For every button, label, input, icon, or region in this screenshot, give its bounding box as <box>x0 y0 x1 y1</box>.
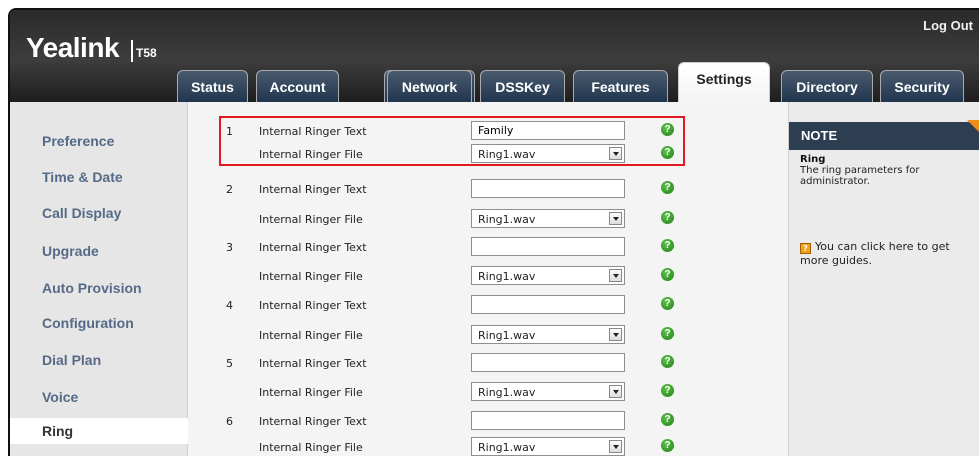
ringer-file-label: Internal Ringer File <box>259 213 363 226</box>
model-label: T58 <box>136 46 157 60</box>
ringer-text-label: Internal Ringer Text <box>259 357 367 370</box>
ringer-5-text-input[interactable] <box>471 353 625 372</box>
tab-account[interactable]: Account <box>256 70 339 102</box>
note-corner-icon <box>967 120 979 134</box>
ringer-3-file-select[interactable]: Ring1.wav <box>471 266 625 285</box>
tab-features[interactable]: Features <box>573 70 668 102</box>
ringer-6-text-input[interactable] <box>471 411 625 430</box>
ringer-text-label: Internal Ringer Text <box>259 241 367 254</box>
ringer-6-file-row: Internal Ringer File Ring1.wav ? <box>188 436 788 456</box>
help-icon[interactable]: ? <box>661 384 674 397</box>
ring-settings-form: 1 Internal Ringer Text ? Internal Ringer… <box>188 102 788 456</box>
help-icon[interactable]: ? <box>661 327 674 340</box>
yealink-logo: Yealink <box>26 32 120 63</box>
ringer-2-file-row: Internal Ringer File Ring1.wav ? <box>188 208 788 232</box>
note-panel: NOTE Ring The ring parameters for admini… <box>788 102 979 456</box>
ringer-4-file-select[interactable]: Ring1.wav <box>471 325 625 344</box>
ringer-2-text-input[interactable] <box>471 179 625 198</box>
sidebar-item-voice[interactable]: Voice <box>42 389 78 405</box>
sidebar-item-upgrade[interactable]: Upgrade <box>42 243 99 259</box>
tab-security[interactable]: Security <box>880 70 964 102</box>
sidebar: Preference Time & Date Call Display Upgr… <box>10 102 200 456</box>
logo-separator <box>131 40 133 62</box>
help-icon[interactable]: ? <box>661 355 674 368</box>
header-bar: Yealink T58 Log Out Status Account Netwo… <box>10 10 979 102</box>
ringer-index: 3 <box>226 241 233 254</box>
ringer-6-file-select[interactable]: Ring1.wav <box>471 437 625 456</box>
ringer-5-file-select[interactable]: Ring1.wav <box>471 382 625 401</box>
ringer-text-label: Internal Ringer Text <box>259 299 367 312</box>
help-icon[interactable]: ? <box>661 181 674 194</box>
sidebar-item-auto-provision[interactable]: Auto Provision <box>42 280 142 296</box>
selected-value: Ring1.wav <box>478 270 536 283</box>
ringer-3-file-row: Internal Ringer File Ring1.wav ? <box>188 265 788 289</box>
app-window: Yealink T58 Log Out Status Account Netwo… <box>8 8 979 456</box>
sidebar-item-dial-plan[interactable]: Dial Plan <box>42 352 101 368</box>
ringer-text-label: Internal Ringer Text <box>259 415 367 428</box>
help-icon[interactable]: ? <box>661 239 674 252</box>
ringer-5-file-row: Internal Ringer File Ring1.wav ? <box>188 381 788 405</box>
dropdown-arrow-icon[interactable] <box>609 269 622 282</box>
selected-value: Ring1.wav <box>478 441 536 454</box>
tab-status[interactable]: Status <box>177 70 248 102</box>
ringer-3-text-input[interactable] <box>471 237 625 256</box>
note-title: Ring <box>800 154 826 165</box>
ringer-4-text-row: 4 Internal Ringer Text ? <box>188 294 788 318</box>
help-icon[interactable]: ? <box>661 297 674 310</box>
ringer-2-text-row: 2 Internal Ringer Text ? <box>188 178 788 202</box>
help-icon[interactable]: ? <box>661 439 674 452</box>
ringer-2-file-select[interactable]: Ring1.wav <box>471 209 625 228</box>
ringer-file-label: Internal Ringer File <box>259 386 363 399</box>
help-icon[interactable]: ? <box>661 413 674 426</box>
guide-link-text[interactable]: You can click here to get more guides. <box>800 240 950 267</box>
sidebar-item-ring[interactable]: Ring <box>10 418 200 444</box>
ringer-index: 2 <box>226 183 233 196</box>
ringer-index: 5 <box>226 357 233 370</box>
logout-link[interactable]: Log Out <box>923 18 973 33</box>
selected-value: Ring1.wav <box>478 386 536 399</box>
ringer-file-label: Internal Ringer File <box>259 329 363 342</box>
highlight-box <box>219 116 685 166</box>
selected-value: Ring1.wav <box>478 329 536 342</box>
ringer-file-label: Internal Ringer File <box>259 441 363 454</box>
ringer-6-text-row: 6 Internal Ringer Text ? <box>188 410 788 434</box>
ringer-3-text-row: 3 Internal Ringer Text ? <box>188 236 788 260</box>
dropdown-arrow-icon[interactable] <box>609 328 622 341</box>
guide-link[interactable]: ? You can click here to get more guides. <box>800 240 972 267</box>
tab-settings[interactable]: Settings <box>678 62 770 102</box>
ringer-4-text-input[interactable] <box>471 295 625 314</box>
selected-value: Ring1.wav <box>478 213 536 226</box>
ringer-5-text-row: 5 Internal Ringer Text ? <box>188 352 788 376</box>
dropdown-arrow-icon[interactable] <box>609 440 622 453</box>
tab-dsskey[interactable]: DSSKey <box>480 70 565 102</box>
help-icon[interactable]: ? <box>661 211 674 224</box>
ringer-index: 6 <box>226 415 233 428</box>
sidebar-item-preference[interactable]: Preference <box>42 133 114 149</box>
ringer-index: 4 <box>226 299 233 312</box>
ringer-4-file-row: Internal Ringer File Ring1.wav ? <box>188 324 788 348</box>
dropdown-arrow-icon[interactable] <box>609 385 622 398</box>
ringer-text-label: Internal Ringer Text <box>259 183 367 196</box>
dropdown-arrow-icon[interactable] <box>609 212 622 225</box>
help-icon[interactable]: ? <box>661 268 674 281</box>
sidebar-item-configuration[interactable]: Configuration <box>42 315 134 331</box>
tab-network[interactable]: Network <box>387 70 472 102</box>
guide-book-icon[interactable]: ? <box>800 243 811 254</box>
note-body: The ring parameters for administrator. <box>800 165 920 187</box>
sidebar-item-time-date[interactable]: Time & Date <box>42 169 123 185</box>
note-heading: NOTE <box>789 122 979 150</box>
ringer-file-label: Internal Ringer File <box>259 270 363 283</box>
tab-directory[interactable]: Directory <box>781 70 873 102</box>
sidebar-item-call-display[interactable]: Call Display <box>42 205 121 221</box>
